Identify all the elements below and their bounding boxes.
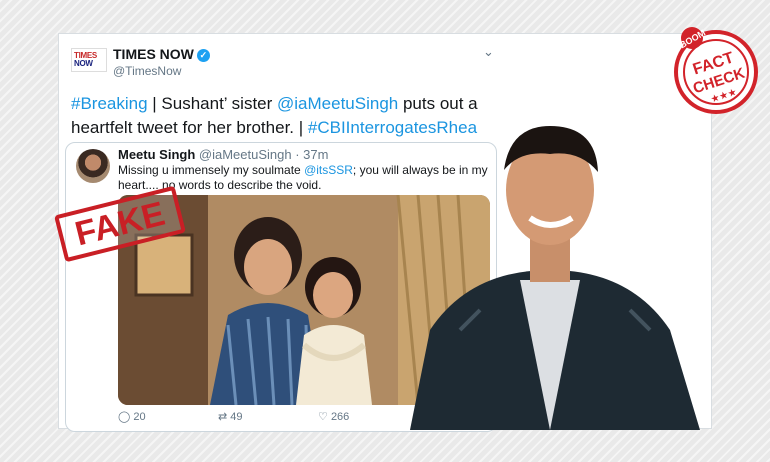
fact-check-seal-icon: BOOM FACT CHECK ★★★ [674, 27, 758, 114]
hashtag-link[interactable]: #Breaking [71, 94, 148, 113]
quoted-author-handle: @iaMeetuSingh · 37m [198, 147, 329, 162]
account-name-text: TIMES NOW [113, 46, 194, 62]
reply-count: 20 [133, 411, 146, 423]
account-name[interactable]: TIMES NOW ✓ [113, 46, 210, 62]
tweet-text-part: | Sushant’ sister [147, 94, 278, 113]
heart-icon: ♡ [318, 411, 328, 423]
quoted-author[interactable]: Meetu Singh @iaMeetuSingh · 37m [118, 147, 328, 162]
fact-check-badge: BOOM FACT CHECK ★★★ [664, 18, 764, 118]
chevron-down-icon[interactable]: ⌄ [483, 44, 494, 60]
retweet-icon: ⇄ [218, 411, 228, 423]
reply-button[interactable]: ◯ 20 [118, 410, 146, 423]
times-now-logo[interactable]: TIMES NOW [71, 48, 107, 72]
person-photo [410, 126, 700, 430]
reply-icon: ◯ [118, 411, 131, 423]
like-count: 266 [330, 411, 350, 423]
account-handle[interactable]: @TimesNow [113, 64, 181, 78]
mention-link[interactable]: @itsSSR [304, 163, 353, 177]
mention-link[interactable]: @iaMeetuSingh [277, 94, 398, 113]
verified-badge-icon: ✓ [196, 49, 210, 62]
retweet-button[interactable]: ⇄ 49 [218, 410, 243, 423]
logo-text-bottom: NOW [74, 59, 93, 68]
avatar[interactable] [76, 149, 110, 183]
like-button[interactable]: ♡ 266 [318, 410, 349, 423]
quoted-author-name: Meetu Singh [118, 147, 196, 162]
retweet-count: 49 [230, 411, 243, 423]
quoted-text-part: Missing u immensely my soulmate [118, 163, 305, 177]
